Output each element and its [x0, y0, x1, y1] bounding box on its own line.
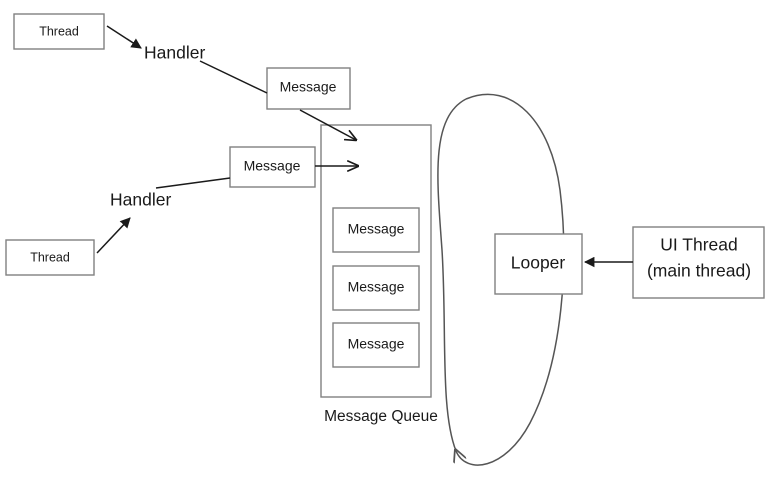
diagram-canvas: Thread Thread Handler Handler Message Me…	[0, 0, 776, 501]
queue-message-label-2: Message	[348, 279, 405, 295]
message-queue-caption: Message Queue	[324, 408, 438, 425]
queue-message-label-1: Message	[348, 221, 405, 237]
connector-handler-top-to-message-top	[199, 60, 268, 94]
message-middle-label: Message	[244, 158, 301, 174]
ui-thread-label-line1: UI Thread	[660, 235, 738, 255]
handler-top-label: Handler	[144, 43, 205, 63]
queue-message-label-3: Message	[348, 336, 405, 352]
ui-thread-label-line2: (main thread)	[647, 261, 751, 281]
connector-thread-bottom-to-handler-bottom	[96, 217, 131, 254]
message-top-label: Message	[280, 79, 337, 95]
handler-bottom-label: Handler	[110, 190, 171, 210]
looper-label: Looper	[511, 253, 566, 273]
connector-thread-top-to-handler-top	[106, 25, 142, 49]
thread-bottom-label: Thread	[30, 250, 70, 264]
connector-handler-bottom-to-message-middle	[155, 177, 231, 189]
diagram-svg: Thread Thread Handler Handler Message Me…	[5, 13, 765, 466]
thread-top-label: Thread	[39, 24, 79, 38]
